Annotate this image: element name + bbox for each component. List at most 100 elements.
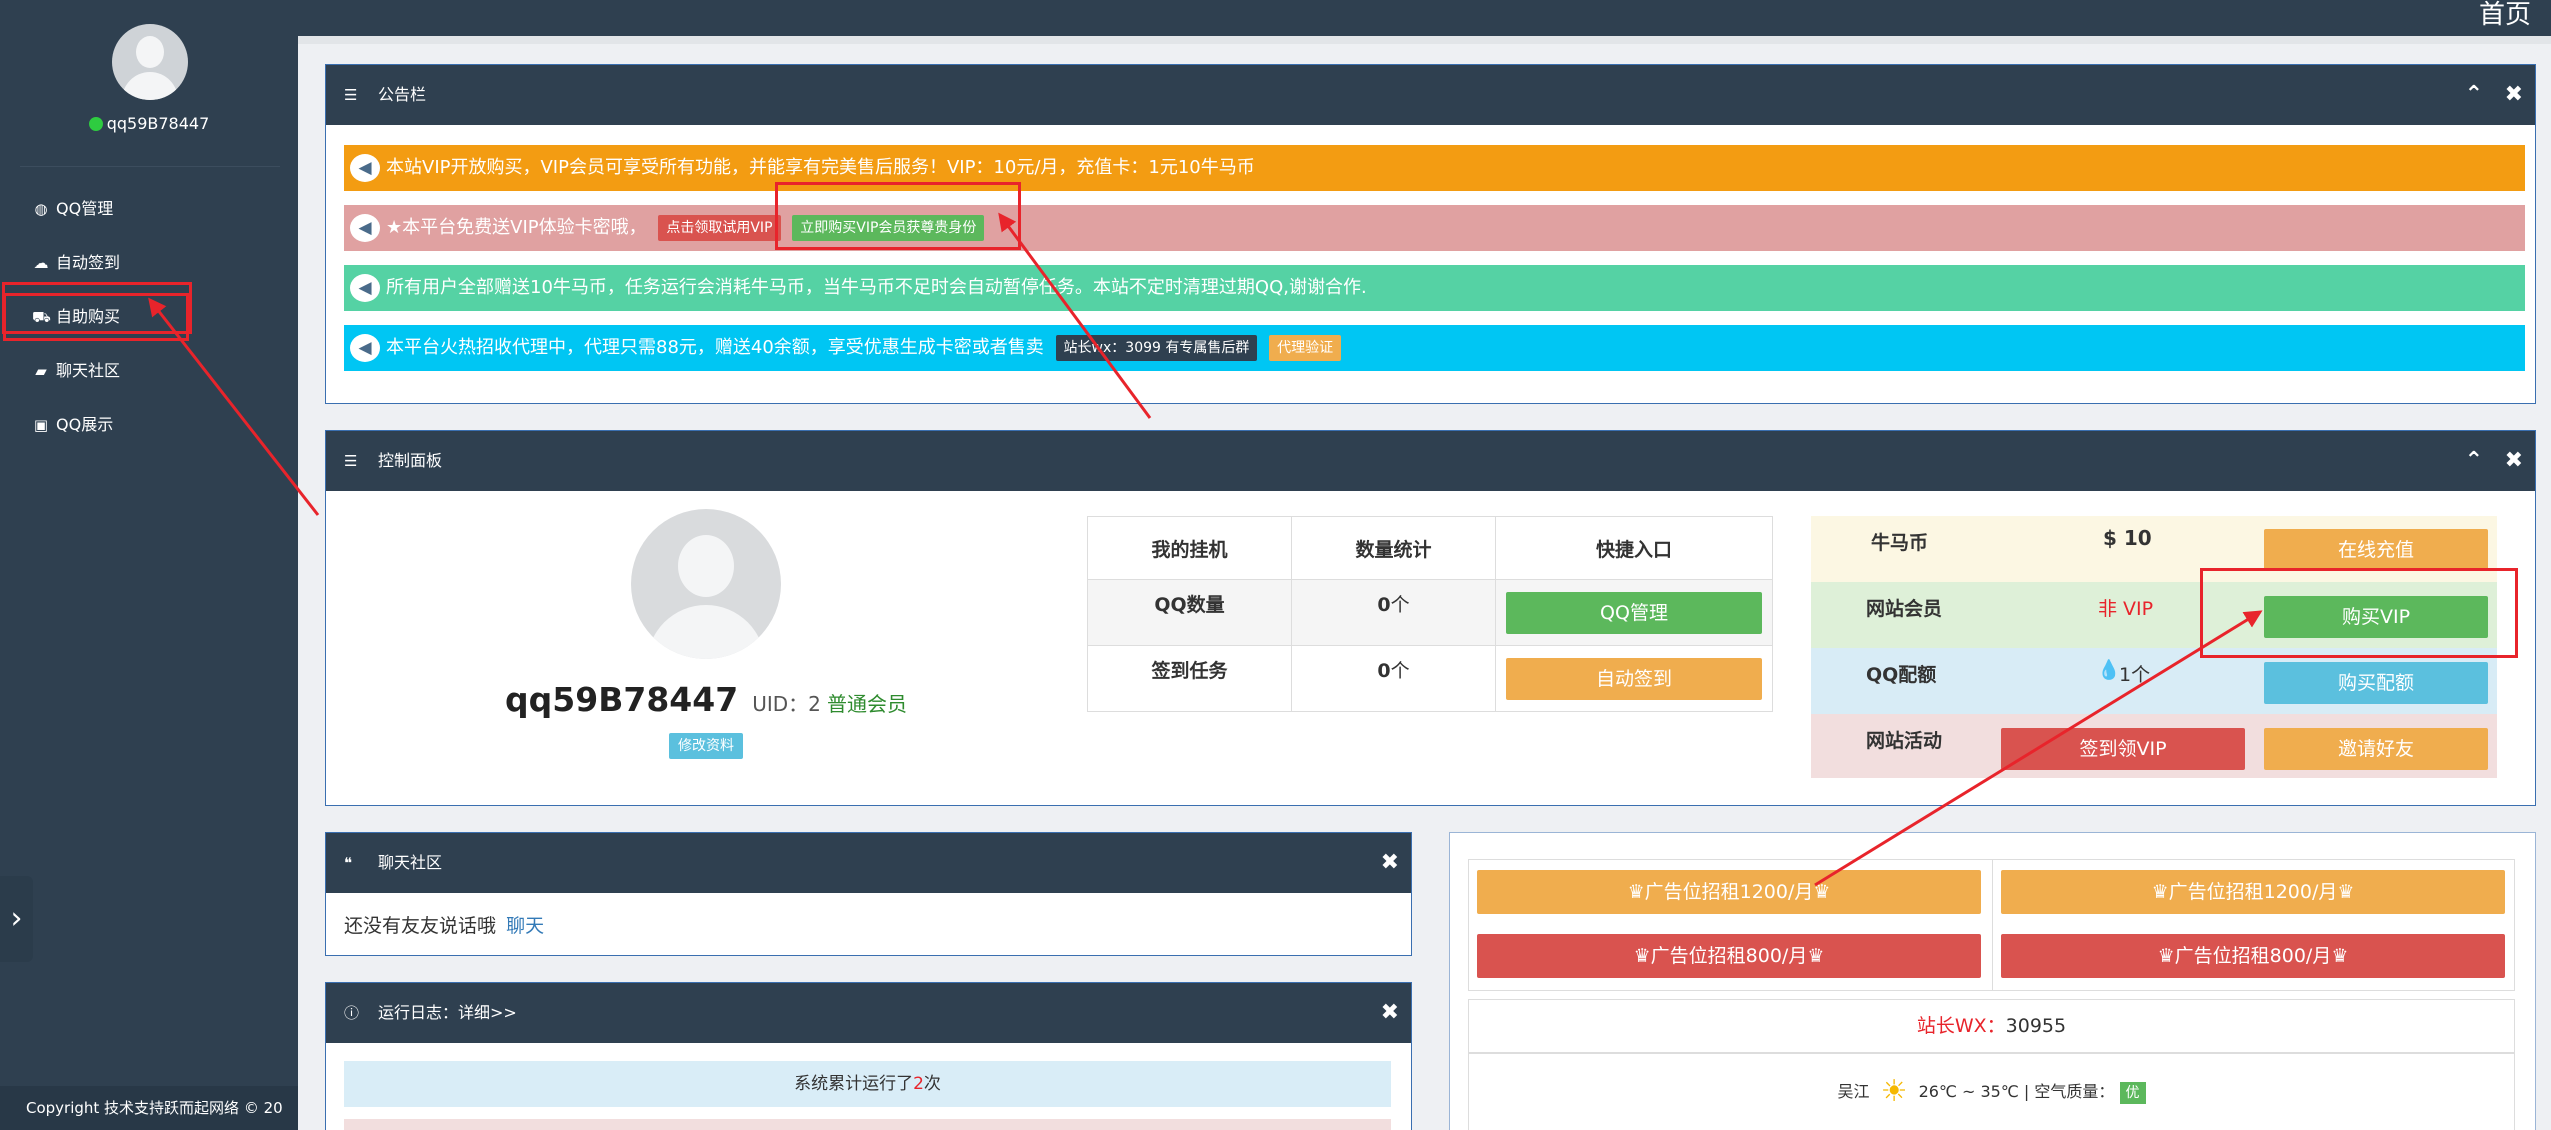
- coins-value: $ 10: [2103, 526, 2152, 550]
- table-header: 快捷入口: [1495, 516, 1773, 580]
- agent-verify-tag[interactable]: 代理验证: [1269, 335, 1342, 361]
- speaker-icon: ◀: [350, 154, 380, 182]
- ads-divider: [1992, 860, 1993, 990]
- account-row-activity: 网站活动 签到领VIP 邀请好友: [1811, 714, 2497, 778]
- panel-title[interactable]: 运行日志：详细>>: [378, 1003, 517, 1022]
- table-header: 我的挂机: [1087, 516, 1292, 580]
- count-value: 0: [1377, 660, 1391, 682]
- aqi-badge: 优: [2119, 1082, 2146, 1104]
- notice-item: ◀ 所有用户全部赠送10牛马币，任务运行会消耗牛马币，当牛马币不足时会自动暂停任务…: [344, 265, 2525, 311]
- table-row: 签到任务 0个 自动签到: [1087, 645, 1773, 712]
- contact-row: 站长WX：30955: [1468, 999, 2515, 1053]
- ad-slot-label: 广告位招租1200/月: [2168, 881, 2338, 903]
- ad-slot-label: 广告位招租1200/月: [1644, 881, 1814, 903]
- account-label: QQ配额: [1866, 664, 1937, 686]
- list-icon: ☰: [344, 86, 358, 104]
- ad-slot-label: 广告位招租800/月: [1650, 945, 1808, 967]
- ad-slot[interactable]: ♛广告位招租800/月♛: [1477, 934, 1981, 978]
- vip-status: 非 VIP: [2098, 598, 2154, 620]
- table-header: 数量统计: [1291, 516, 1496, 580]
- close-icon[interactable]: ✖: [2505, 65, 2523, 125]
- online-status-icon: [88, 117, 103, 131]
- speaker-icon: ◀: [350, 334, 380, 362]
- edit-profile-button[interactable]: 修改资料: [669, 733, 743, 759]
- panel-header: ☰ 控制面板 ⌃ ✖: [326, 431, 2535, 491]
- log-count: 2: [913, 1074, 924, 1094]
- auto-signin-button[interactable]: 自动签到: [1506, 657, 1762, 700]
- weather-row: 吴江 ☀ 26℃ ~ 35℃ | 空气质量： 优: [1468, 1053, 2515, 1130]
- notice-text: 本站VIP开放购买，VIP会员可享受所有功能，并能享有完美售后服务！VIP：10…: [386, 157, 1255, 178]
- sidebar-divider: [20, 166, 280, 167]
- sidebar-user: qq59B78447: [0, 114, 298, 133]
- profile-username: qq59B78447: [505, 680, 739, 719]
- panel-header: ☰ 公告栏 ⌃ ✖: [326, 65, 2535, 125]
- image-icon: ▣: [33, 416, 49, 434]
- chat-link[interactable]: 聊天: [506, 915, 544, 937]
- log-panel: ⓘ 运行日志：详细>> ✖ 系统累计运行了2次: [325, 982, 1412, 1130]
- globe-icon: ◍: [34, 200, 48, 218]
- close-icon[interactable]: ✖: [1381, 833, 1399, 893]
- drop-icon: 💧: [2097, 659, 2121, 681]
- user-avatar[interactable]: [631, 509, 781, 659]
- task-table: 我的挂机 数量统计 快捷入口 QQ数量 0个 QQ管理 签到任务 0个 自动签到: [1087, 516, 1773, 712]
- row-name: QQ数量: [1087, 579, 1292, 646]
- list-icon: ☰: [344, 452, 358, 470]
- table-row: QQ数量 0个 QQ管理: [1087, 579, 1773, 646]
- notice-item: ◀ 本平台火热招收代理中，代理只需88元，赠送40余额，享受优惠生成卡密或者售卖 …: [344, 325, 2525, 371]
- quota-value: 1个: [2119, 664, 2151, 686]
- online-recharge-button[interactable]: 在线充值: [2264, 529, 2488, 571]
- weather-city: 吴江: [1837, 1082, 1870, 1101]
- profile-info: qq59B78447 UID：2 普通会员: [430, 680, 982, 719]
- sidebar-item-qq-show[interactable]: ▣ QQ展示: [0, 398, 298, 452]
- invite-friends-button[interactable]: 邀请好友: [2264, 728, 2488, 770]
- row-name: 签到任务: [1087, 645, 1292, 712]
- ad-slot[interactable]: ♛广告位招租1200/月♛: [2001, 870, 2505, 914]
- annotation-box: [2200, 568, 2518, 658]
- panel-header: ❝ 聊天社区 ✖: [326, 833, 1411, 893]
- top-bar-shadow: [298, 36, 2551, 44]
- contact-label: 站长WX：: [1916, 1015, 2006, 1037]
- weather-temp: 26℃ ~ 35℃ | 空气质量：: [1918, 1082, 2115, 1101]
- sidebar-username: qq59B78447: [106, 114, 210, 133]
- buy-quota-button[interactable]: 购买配额: [2264, 662, 2488, 704]
- close-icon[interactable]: ✖: [2505, 431, 2523, 491]
- count-value: 0: [1377, 594, 1391, 616]
- sidebar-item-chat[interactable]: ▰ 聊天社区: [0, 344, 298, 398]
- row-action: 自动签到: [1495, 645, 1773, 712]
- close-icon[interactable]: ✖: [1381, 983, 1399, 1043]
- account-label: 牛马币: [1871, 532, 1929, 554]
- info-icon: ⓘ: [344, 1004, 360, 1022]
- sidebar-item-label: 自动签到: [56, 253, 121, 272]
- log-line: [344, 1119, 1391, 1130]
- row-action: QQ管理: [1495, 579, 1773, 646]
- collapse-icon[interactable]: ⌃: [2465, 431, 2483, 491]
- chat-empty: 还没有友友说话哦 聊天: [344, 911, 544, 938]
- notice-panel: ☰ 公告栏 ⌃ ✖ ◀ 本站VIP开放购买，VIP会员可享受所有功能，并能享有完美…: [325, 64, 2536, 404]
- speaker-icon: ◀: [350, 274, 380, 302]
- panel-title: 聊天社区: [378, 853, 443, 872]
- account-label: 网站活动: [1866, 730, 1943, 752]
- log-line: 系统累计运行了2次: [344, 1061, 1391, 1107]
- row-count: 0个: [1291, 579, 1496, 646]
- sidebar-avatar[interactable]: [112, 24, 188, 100]
- sidebar-item-qq-manage[interactable]: ◍ QQ管理: [0, 182, 298, 236]
- log-text-prefix: 系统累计运行了: [794, 1074, 914, 1094]
- signin-vip-button[interactable]: 签到领VIP: [2001, 728, 2245, 770]
- sidebar-item-label: QQ展示: [56, 415, 114, 434]
- ads-grid: ♛广告位招租1200/月♛ ♛广告位招租1200/月♛ ♛广告位招租800/月♛…: [1468, 859, 2515, 991]
- sidebar-item-label: 聊天社区: [56, 361, 121, 380]
- chat-empty-text: 还没有友友说话哦: [344, 915, 497, 937]
- notice-text: 所有用户全部赠送10牛马币，任务运行会消耗牛马币，当牛马币不足时会自动暂停任务。…: [386, 277, 1367, 298]
- qq-manage-button[interactable]: QQ管理: [1506, 591, 1762, 634]
- top-bar: 首页: [298, 0, 2551, 36]
- page-title: 首页: [2478, 0, 2531, 30]
- collapse-icon[interactable]: ⌃: [2465, 65, 2483, 125]
- ad-slot[interactable]: ♛广告位招租1200/月♛: [1477, 870, 1981, 914]
- claim-trial-vip-tag[interactable]: 点击领取试用VIP: [658, 215, 781, 241]
- sidebar-toggle-button[interactable]: ›: [0, 876, 33, 962]
- annotation-box: [2, 282, 192, 334]
- count-unit: 个: [1390, 660, 1410, 682]
- ad-slot[interactable]: ♛广告位招租800/月♛: [2001, 934, 2505, 978]
- count-unit: 个: [1390, 594, 1410, 616]
- chat-panel: ❝ 聊天社区 ✖ 还没有友友说话哦 聊天: [325, 832, 1412, 956]
